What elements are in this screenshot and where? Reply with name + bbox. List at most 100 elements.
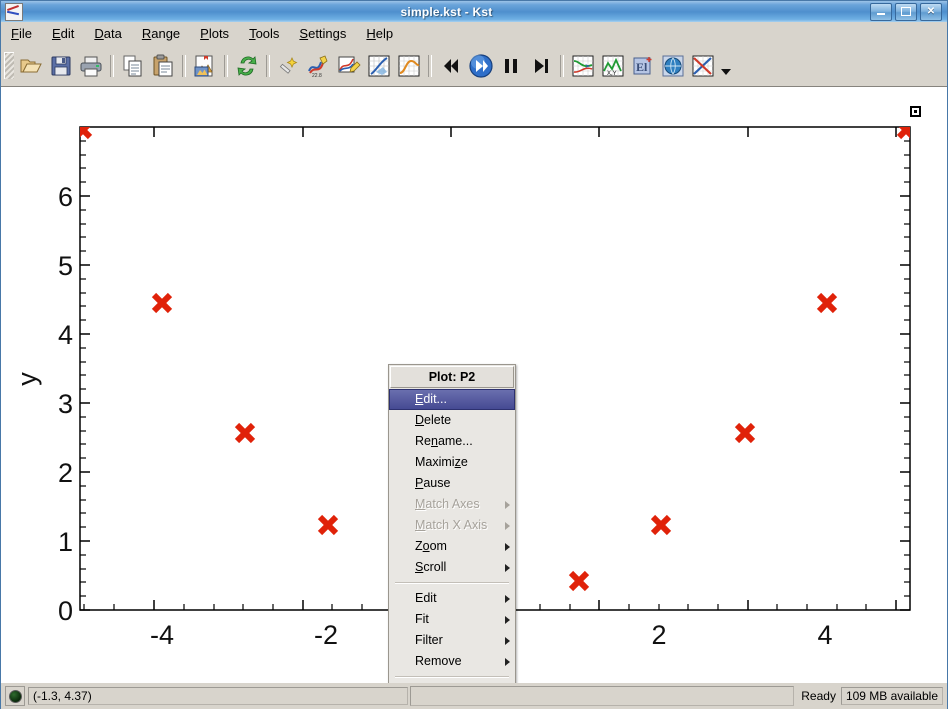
menu-tools[interactable]: Tools: [240, 23, 288, 44]
back-icon[interactable]: [437, 52, 465, 80]
copy-icon[interactable]: [119, 52, 147, 80]
context-menu-item-remove[interactable]: Remove: [389, 651, 515, 672]
title-bar: simple.kst - Kst ✕: [1, 1, 947, 23]
kst-app-icon: [5, 2, 23, 21]
plot-resize-handle[interactable]: [910, 106, 921, 117]
svg-text:-4: -4: [150, 620, 174, 650]
new-label-icon[interactable]: El: [629, 52, 657, 80]
toolbar-overflow-arrow[interactable]: [719, 52, 733, 80]
menu-edit[interactable]: Edit: [43, 23, 83, 44]
view-fit-icon[interactable]: [395, 52, 423, 80]
context-menu-item-rename[interactable]: Rename...: [389, 431, 515, 452]
context-menu-item-zoom[interactable]: Zoom: [389, 536, 515, 557]
activity-led-frame: [5, 686, 25, 706]
reload-data-icon[interactable]: [233, 52, 261, 80]
submenu-arrow-icon: [505, 657, 510, 666]
toolbar-separator: [428, 54, 432, 77]
svg-text:3: 3: [58, 389, 73, 419]
context-menu-item-cleanup-layout[interactable]: Cleanup Layout: [389, 682, 515, 683]
toolbar-separator: [110, 54, 114, 77]
menu-help[interactable]: Help: [357, 23, 402, 44]
toolbar-separator: [560, 54, 564, 77]
plot-xy-icon[interactable]: [569, 52, 597, 80]
svg-text:X,Y: X,Y: [607, 71, 617, 77]
svg-text:2: 2: [58, 458, 73, 488]
save-file-icon[interactable]: [47, 52, 75, 80]
svg-text:0: 0: [58, 596, 73, 626]
menu-data[interactable]: Data: [85, 23, 130, 44]
menu-bar: File Edit Data Range Plots Tools Setting…: [1, 22, 947, 46]
menu-file[interactable]: File: [2, 23, 41, 44]
context-menu-label: Edit: [415, 591, 437, 605]
context-menu-item-pause[interactable]: Pause: [389, 473, 515, 494]
open-file-icon[interactable]: [17, 52, 45, 80]
new-arrow-icon[interactable]: [689, 52, 717, 80]
minimize-button[interactable]: [870, 2, 892, 21]
pause-icon[interactable]: [497, 52, 525, 80]
kst-main-window: simple.kst - Kst ✕ File Edit Data Range …: [0, 0, 948, 709]
svg-text:1: 1: [58, 527, 73, 557]
activity-led-icon: [8, 689, 22, 703]
paste-icon[interactable]: [149, 52, 177, 80]
plot-work-area[interactable]: 0 1 2 3 4 5 6 y -4 -2 2 4 Plot: P2 Edit.…: [1, 86, 947, 683]
forward-play-icon[interactable]: [467, 52, 495, 80]
context-menu-item-delete[interactable]: Delete: [389, 410, 515, 431]
memory-status: 109 MB available: [840, 687, 943, 705]
new-plot-icon[interactable]: X,Y: [599, 52, 627, 80]
svg-text:6: 6: [58, 182, 73, 212]
submenu-arrow-icon: [505, 594, 510, 603]
context-menu-item-match-x-axis: Match X Axis: [389, 515, 515, 536]
svg-text:El: El: [636, 60, 648, 74]
svg-text:4: 4: [817, 620, 832, 650]
context-menu-item-filter[interactable]: Filter: [389, 630, 515, 651]
submenu-arrow-icon: [505, 500, 510, 509]
plot-context-menu: Plot: P2 Edit... Delete Rename... Maximi…: [388, 364, 516, 683]
context-menu-item-fit[interactable]: Fit: [389, 609, 515, 630]
export-graphics-icon[interactable]: [191, 52, 219, 80]
print-icon[interactable]: [77, 52, 105, 80]
context-menu-label: Remove: [415, 654, 462, 668]
context-menu-label: Filter: [415, 633, 443, 647]
edit-plot-icon[interactable]: [335, 52, 363, 80]
status-bar: (-1.3, 4.37) Ready 109 MB available: [1, 682, 947, 709]
svg-text:22.8: 22.8: [312, 73, 322, 78]
svg-text:2: 2: [651, 620, 666, 650]
svg-text:4: 4: [58, 320, 73, 350]
context-menu-item-scroll[interactable]: Scroll: [389, 557, 515, 578]
toolbar-drag-handle[interactable]: [4, 52, 14, 79]
submenu-arrow-icon: [505, 615, 510, 624]
step-forward-icon[interactable]: [527, 52, 555, 80]
context-menu-item-edit-dialog[interactable]: Edit...: [389, 389, 515, 410]
toolbar-separator: [266, 54, 270, 77]
submenu-arrow-icon: [505, 563, 510, 572]
context-menu-item-edit-submenu[interactable]: Edit: [389, 588, 515, 609]
svg-text:5: 5: [58, 251, 73, 281]
new-ellipse-icon[interactable]: [659, 52, 687, 80]
toolbar-separator: [182, 54, 186, 77]
menu-range[interactable]: Range: [133, 23, 189, 44]
submenu-arrow-icon: [505, 636, 510, 645]
status-ready-label: Ready: [801, 689, 836, 703]
view-matrix-icon[interactable]: [365, 52, 393, 80]
submenu-arrow-icon: [505, 521, 510, 530]
menu-settings[interactable]: Settings: [290, 23, 355, 44]
context-menu-item-match-axes: Match Axes: [389, 494, 515, 515]
toolbar-separator: [224, 54, 228, 77]
y-axis-label: y: [12, 372, 42, 386]
context-menu-title: Plot: P2: [390, 366, 514, 388]
maximize-button[interactable]: [895, 2, 917, 21]
context-menu-separator: [395, 582, 509, 584]
data-manager-icon[interactable]: 22.8: [305, 52, 333, 80]
status-message-area: [410, 686, 795, 706]
window-controls: ✕: [870, 2, 942, 21]
context-menu-item-maximize[interactable]: Maximize: [389, 452, 515, 473]
context-menu-label: Fit: [415, 612, 429, 626]
data-wizard-icon[interactable]: [275, 52, 303, 80]
main-toolbar: 22.8 X,Y El: [1, 45, 947, 87]
window-title: simple.kst - Kst: [400, 4, 493, 19]
close-button[interactable]: ✕: [920, 2, 942, 21]
svg-text:-2: -2: [314, 620, 338, 650]
submenu-arrow-icon: [505, 542, 510, 551]
y-tick-labels: 0 1 2 3 4 5 6: [58, 182, 73, 626]
menu-plots[interactable]: Plots: [191, 23, 238, 44]
